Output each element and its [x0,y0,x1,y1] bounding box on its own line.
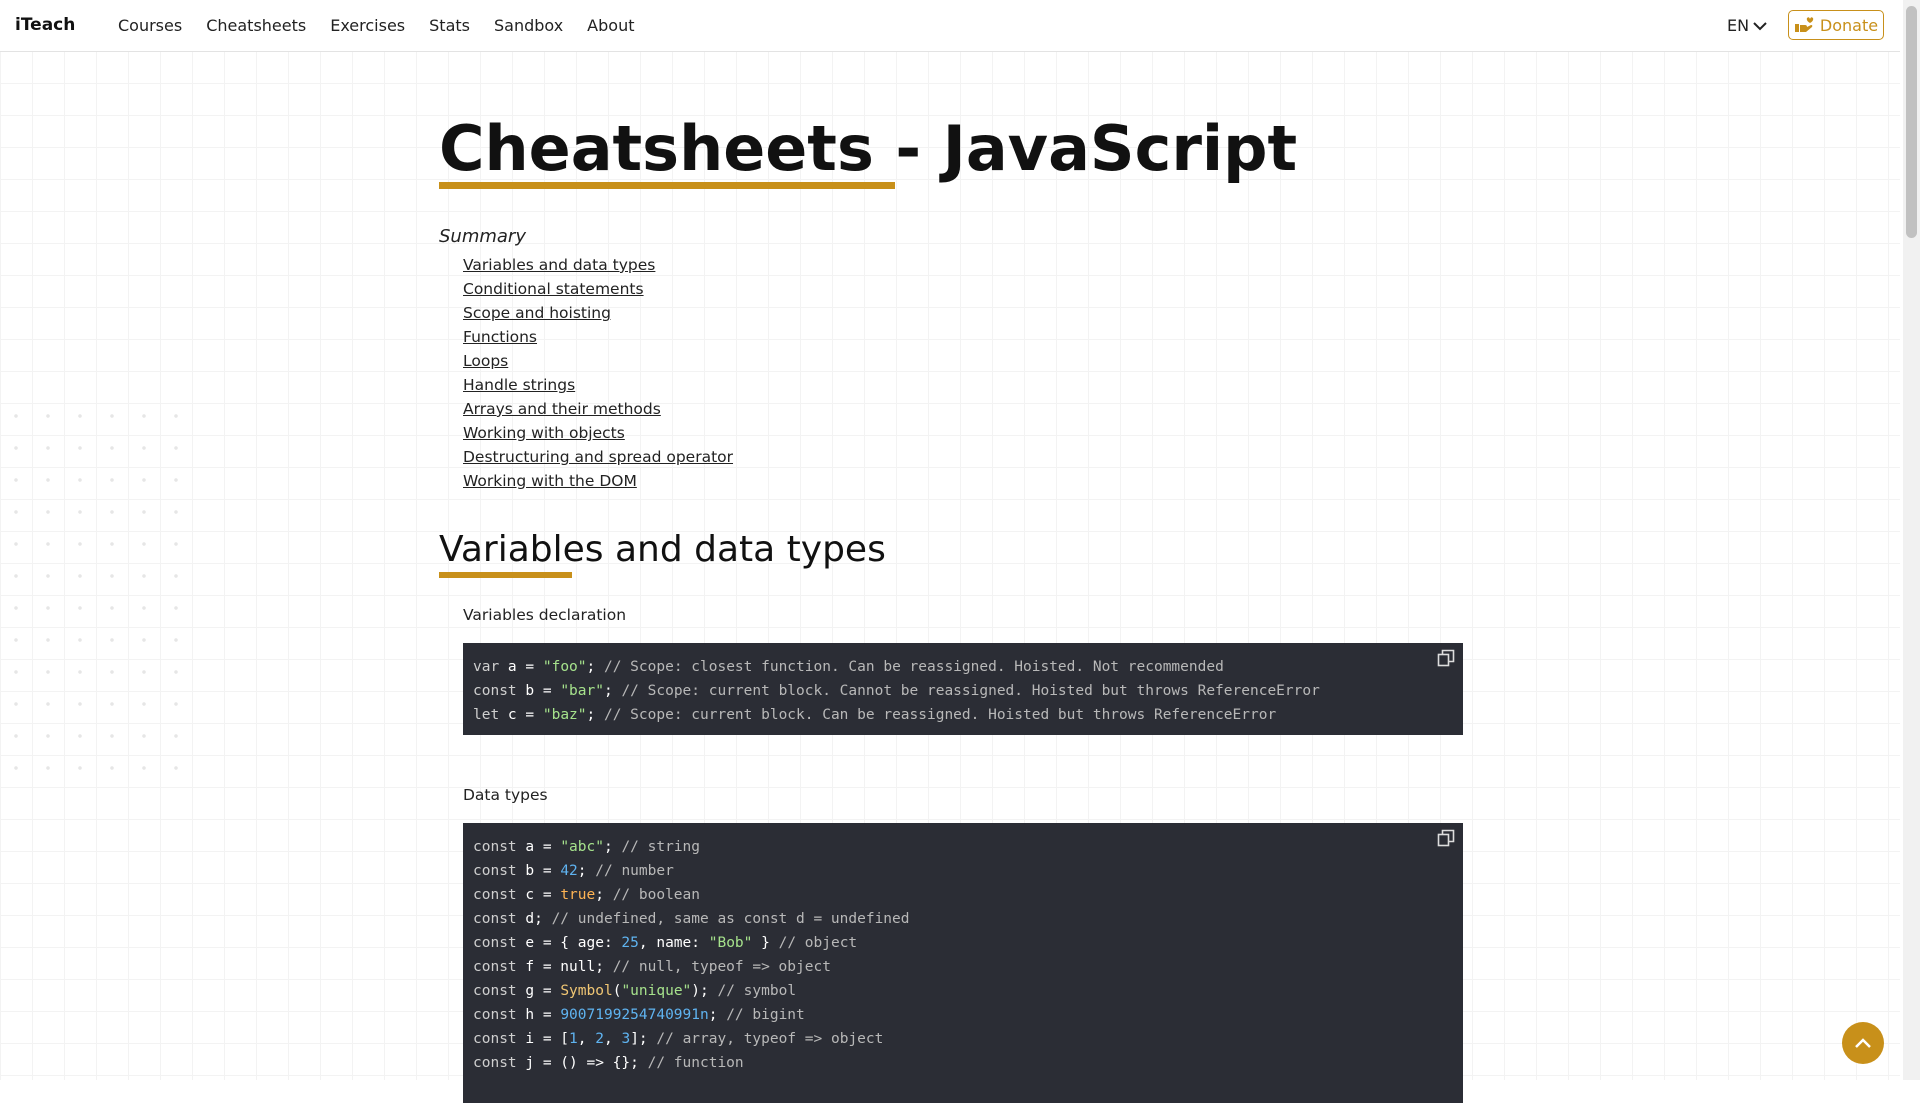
donate-hand-icon [1794,17,1814,32]
code-block-label: Variables declaration [463,606,627,624]
nav-links: Courses Cheatsheets Exercises Stats Sand… [118,16,634,35]
code-line: let c = "baz"; // Scope: current block. … [473,707,1277,723]
donate-button[interactable]: Donate [1788,10,1884,40]
toc-link-variables[interactable]: Variables and data types [463,253,733,277]
nav-link-cheatsheets[interactable]: Cheatsheets [206,16,306,35]
code-line: const g = Symbol("unique"); // symbol [473,983,797,999]
toc-link-objects[interactable]: Working with objects [463,421,733,445]
code-lines: const a = "abc"; // string const b = 42; … [473,835,1453,1075]
code-line: const c = true; // boolean [473,887,701,903]
page-scrollbar[interactable] [1903,0,1920,1080]
summary-label: Summary [439,226,526,247]
copy-icon[interactable] [1437,829,1455,847]
top-navbar: iTeach Courses Cheatsheets Exercises Sta… [0,0,1900,52]
scrollbar-thumb[interactable] [1906,6,1917,238]
code-line: const i = [1, 2, 3]; // array, typeof =>… [473,1031,884,1047]
donate-label: Donate [1819,15,1879,35]
section-title: Variables and data types [439,529,886,570]
nav-link-about[interactable]: About [587,16,634,35]
section-underline [439,572,572,578]
toc-link-destructuring[interactable]: Destructuring and spread operator [463,445,733,469]
brand-logo[interactable]: iTeach [15,15,75,35]
chevron-down-icon [1753,21,1767,30]
toc-link-strings[interactable]: Handle strings [463,373,733,397]
code-line: const h = 9007199254740991n; // bigint [473,1007,805,1023]
nav-link-exercises[interactable]: Exercises [330,16,405,35]
code-block: const a = "abc"; // string const b = 42; … [463,823,1463,1103]
table-of-contents: Variables and data types Conditional sta… [463,253,733,493]
background-dots [0,400,200,780]
toc-link-functions[interactable]: Functions [463,325,733,349]
copy-icon[interactable] [1437,649,1455,667]
nav-link-stats[interactable]: Stats [429,16,470,35]
code-line: const a = "abc"; // string [473,839,701,855]
code-line: const j = () => {}; // function [473,1055,744,1071]
code-line: const e = { age: 25, name: "Bob" } // ob… [473,935,858,951]
code-block-label: Data types [463,786,548,804]
code-line: var a = "foo"; // Scope: closest functio… [473,659,1224,675]
toc-link-scope[interactable]: Scope and hoisting [463,301,733,325]
toc-link-loops[interactable]: Loops [463,349,733,373]
arrow-up-icon [1855,1038,1871,1048]
code-line: const b = 42; // number [473,863,674,879]
code-block: var a = "foo"; // Scope: closest functio… [463,643,1463,735]
code-line: const b = "bar"; // Scope: current block… [473,683,1320,699]
title-underline [439,182,895,189]
code-line: const d; // undefined, same as const d =… [473,911,910,927]
nav-link-courses[interactable]: Courses [118,16,182,35]
language-selector[interactable]: EN [1727,16,1767,35]
toc-link-arrays[interactable]: Arrays and their methods [463,397,733,421]
toc-link-dom[interactable]: Working with the DOM [463,469,733,493]
code-line: const f = null; // null, typeof => objec… [473,959,831,975]
scroll-to-top-button[interactable] [1842,1022,1884,1064]
toc-link-conditionals[interactable]: Conditional statements [463,277,733,301]
page-title: Cheatsheets - JavaScript [439,112,1298,185]
language-label: EN [1727,16,1750,35]
nav-link-sandbox[interactable]: Sandbox [494,16,563,35]
code-lines: var a = "foo"; // Scope: closest functio… [473,655,1453,727]
